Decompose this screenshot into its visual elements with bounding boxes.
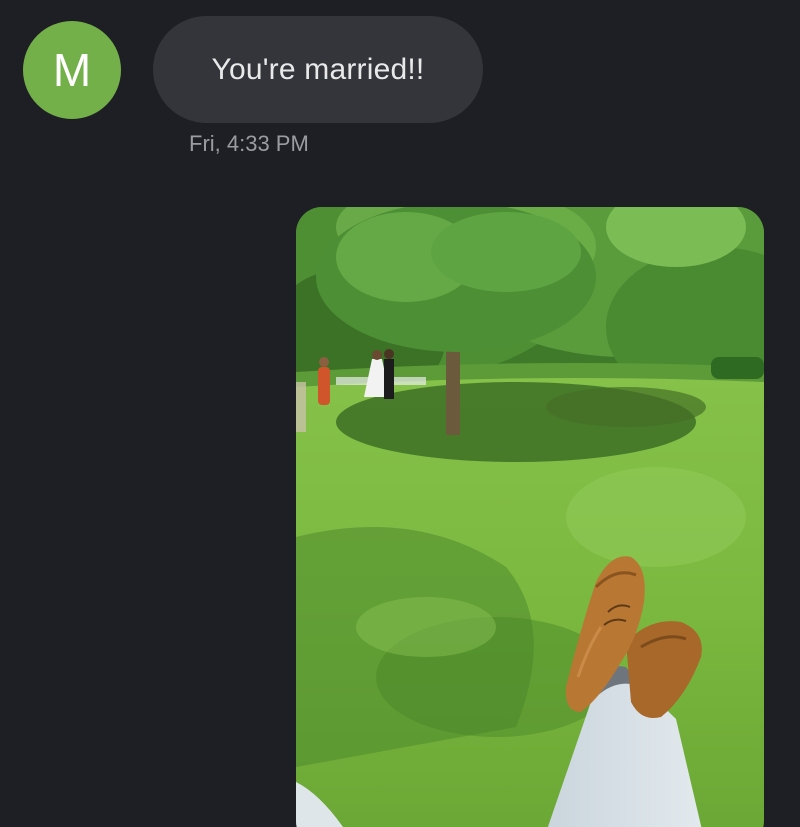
message-timestamp: Fri, 4:33 PM	[189, 131, 309, 156]
avatar-initial: M	[52, 44, 92, 96]
message-text: You're married!!	[211, 52, 425, 86]
contact-avatar[interactable]: M	[23, 21, 121, 119]
image-attachment[interactable]	[296, 207, 764, 827]
conversation-screen: M You're married!! Fri, 4:33 PM	[0, 0, 800, 827]
incoming-message-bubble[interactable]: You're married!!	[153, 16, 483, 123]
photo-wedding-lawn	[296, 207, 764, 827]
